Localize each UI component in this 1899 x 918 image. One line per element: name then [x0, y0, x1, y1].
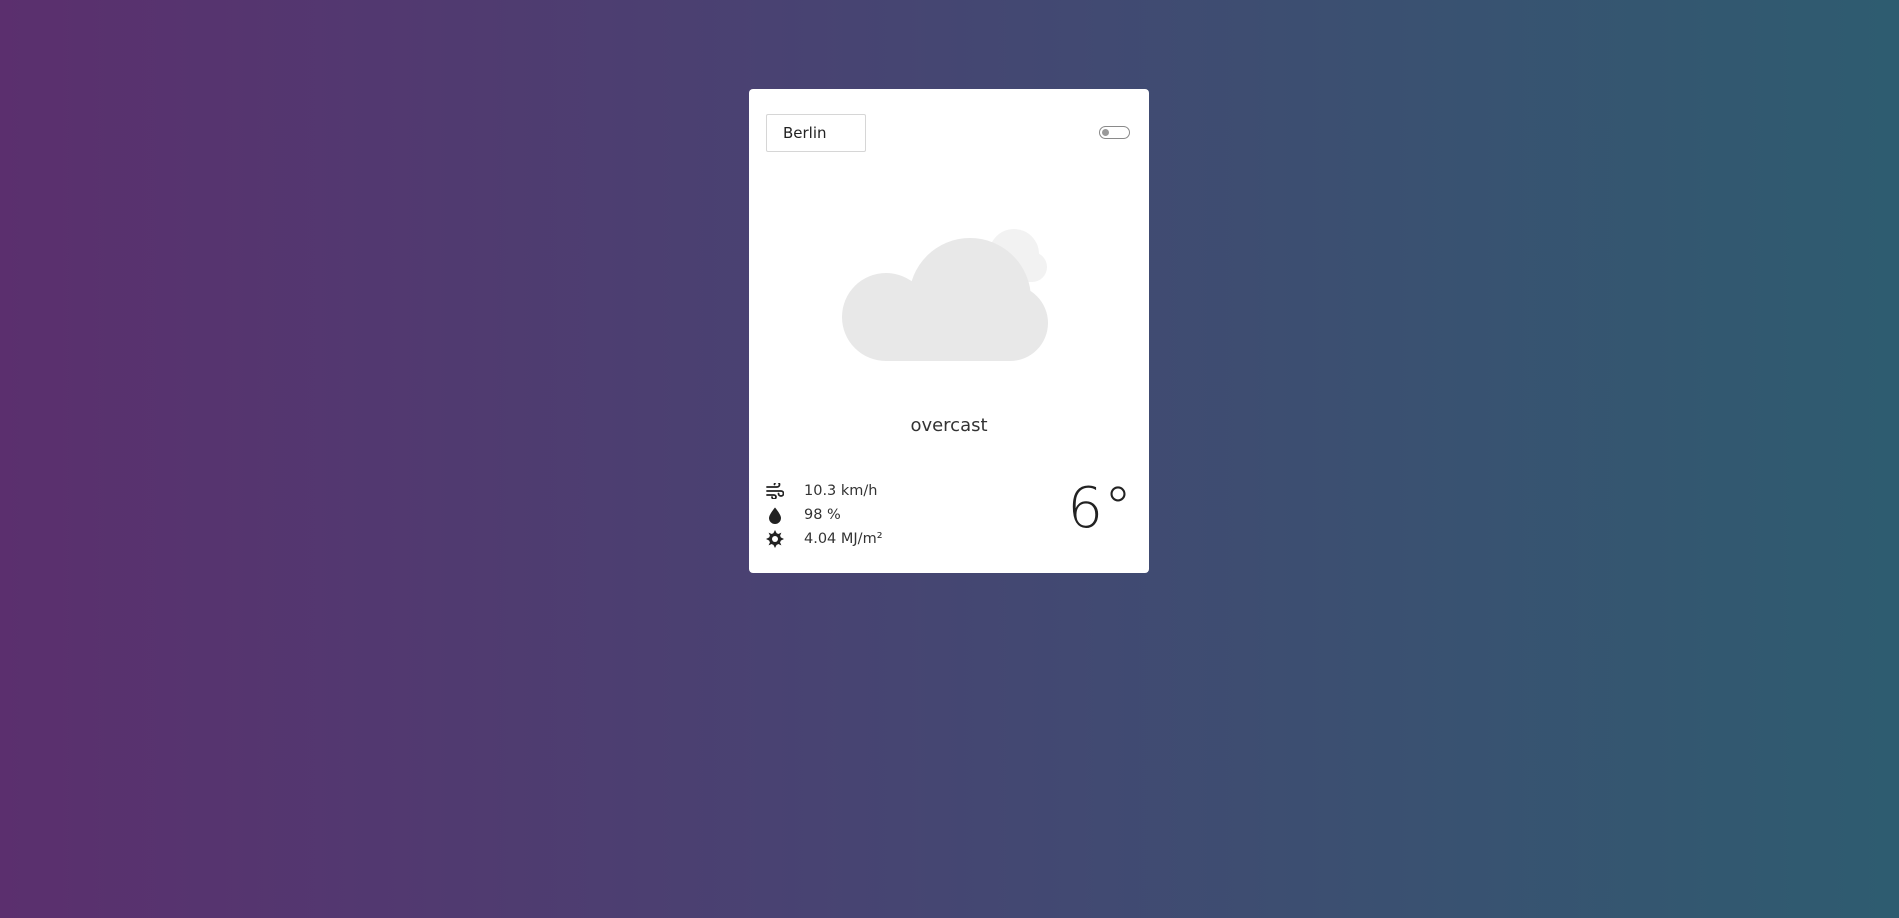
- temperature-value: 6°: [1067, 476, 1133, 541]
- humidity-drop-icon: [765, 505, 785, 525]
- theme-toggle[interactable]: [1099, 126, 1130, 139]
- radiation-stat: 4.04 MJ/m²: [765, 527, 883, 551]
- radiation-value: 4.04 MJ/m²: [804, 531, 883, 547]
- humidity-value: 98 %: [804, 507, 841, 523]
- wind-icon: [765, 481, 785, 501]
- wind-speed-value: 10.3 km/h: [804, 483, 878, 499]
- weather-stats: 10.3 km/h 98 % 4.04 MJ/m²: [765, 479, 883, 551]
- toggle-knob: [1102, 128, 1109, 136]
- sun-radiation-icon: [765, 529, 785, 549]
- humidity-stat: 98 %: [765, 503, 883, 527]
- city-search-input[interactable]: [766, 114, 866, 152]
- weather-card: overcast 10.3 km/h 98 %: [749, 89, 1149, 573]
- overcast-cloud-icon: [840, 219, 1070, 369]
- weather-condition: overcast: [910, 415, 988, 436]
- wind-stat: 10.3 km/h: [765, 479, 883, 503]
